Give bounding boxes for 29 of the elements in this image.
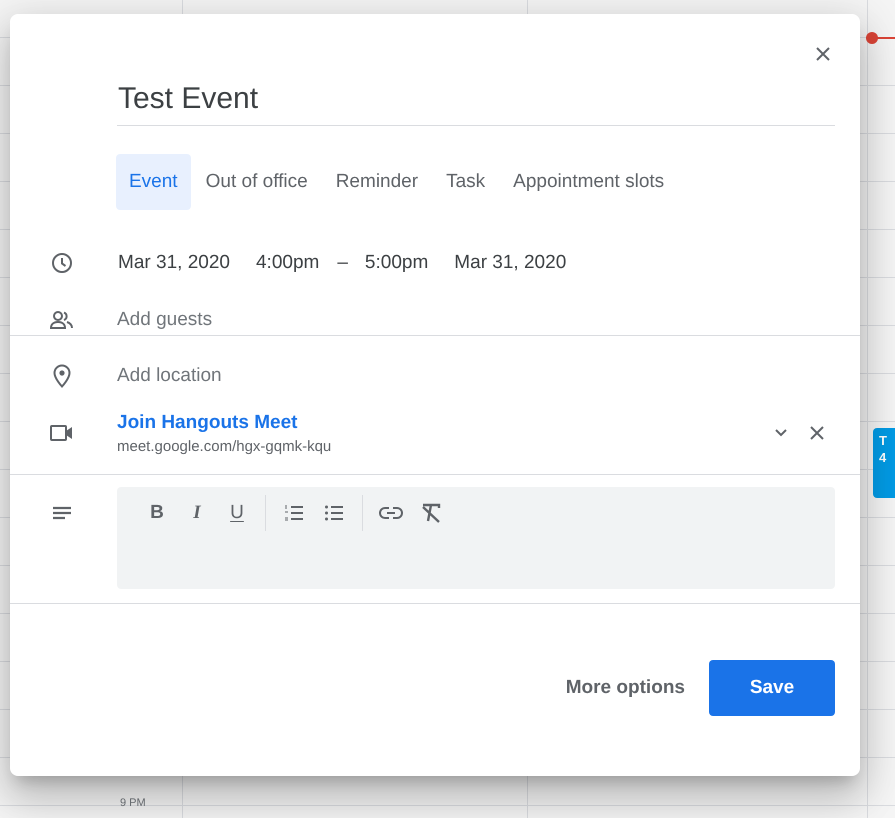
event-chip[interactable]: T 4 [873,428,895,498]
video-camera-icon [48,423,74,443]
notes-icon [50,505,72,521]
end-time[interactable]: 5:00pm [364,252,430,274]
end-date[interactable]: Mar 31, 2020 [453,252,568,274]
more-options-button[interactable]: More options [558,667,693,709]
time-separator: – [337,252,348,274]
title-field[interactable]: Test Event [117,78,835,126]
current-time-indicator [865,31,895,45]
start-date[interactable]: Mar 31, 2020 [117,252,231,274]
start-time[interactable]: 4:00pm [254,252,320,274]
description-field[interactable]: B I U [117,487,835,589]
event-type-tab[interactable]: Out of office [192,154,321,210]
location-pin-icon [52,364,70,388]
event-type-tab[interactable]: Event [116,154,191,210]
clock-icon [50,252,72,274]
people-icon [48,310,74,330]
location-field[interactable]: Add location [117,365,835,387]
event-type-tab[interactable]: Appointment slots [500,154,678,210]
event-type-tab[interactable]: Reminder [322,154,432,210]
meeting-url: meet.google.com/hgx-gqmk-kqu [117,438,332,454]
join-meeting-link[interactable]: Join Hangouts Meet [117,412,298,434]
event-type-tab[interactable]: Task [433,154,498,210]
underline-button[interactable]: U [219,495,255,531]
save-button[interactable]: Save [709,660,835,716]
guests-field[interactable]: Add guests [117,309,835,331]
time-label: 9 PM [120,797,146,809]
bold-button[interactable]: B [139,495,175,531]
italic-button[interactable]: I [179,495,215,531]
